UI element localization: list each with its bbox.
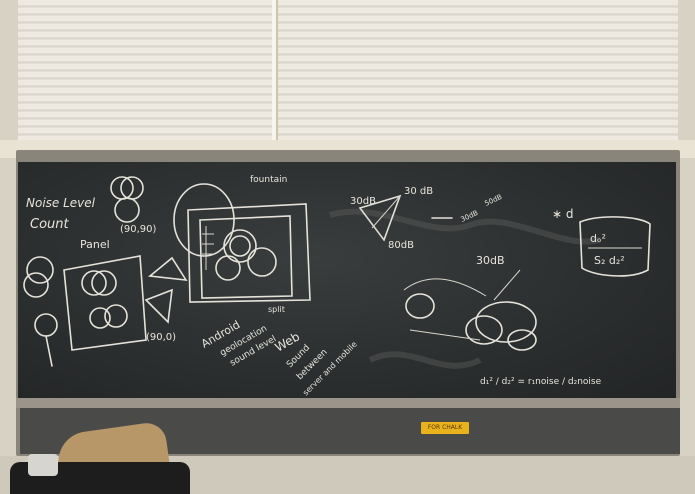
classroom-photo: FOR CHALK Noise Level Count (90,90) Pane… [0,0,695,494]
fountain-label: fountain [250,175,287,185]
ratio-formula: d₁² / d₂² = r₁noise / d₂noise [480,377,602,387]
cluster-ellipse [507,329,537,351]
formula-box [579,216,651,277]
db-80: 80dB [388,240,414,251]
sketch-circle [34,313,58,337]
db-50-small: 50dB [483,193,503,208]
noise-level-label: Noise Level [26,196,96,210]
map-circle [247,247,277,277]
sketch-circle [23,272,49,298]
split-label: split [268,305,285,314]
formula-den: S₂ d₂² [594,254,625,267]
panel-label: Panel [80,238,110,251]
count-label: Count [30,217,70,232]
panel-circle [81,270,107,296]
map-inner-box [199,215,293,299]
panel-box [63,255,147,351]
map-circle [229,235,251,257]
map-ladder [202,226,214,270]
venn-circle [110,176,134,200]
cluster-ellipse [465,315,503,345]
formula-start: ∗ d [552,207,574,221]
venn-circle [114,197,140,223]
triangle-sketch [144,288,173,324]
cluster-ellipse [475,301,537,343]
coord-top: (90,90) [120,224,157,235]
sketch-circle [26,256,54,284]
triangle-sketch [148,256,188,281]
map-circle [223,229,257,263]
chalk-drawings: Noise Level Count (90,90) Panel (90,0) f… [23,175,651,397]
sketch-stem [45,335,53,367]
coord-bottom: (90,0) [146,332,176,343]
cluster-ellipse [405,293,435,319]
db-30-right: 30 dB [404,186,433,197]
panel-circle [91,270,117,296]
db-30-left: 30dB [350,196,376,207]
panel-circle [104,304,128,328]
db-30-cluster: 30dB [476,254,505,267]
venn-circle [120,176,144,200]
formula-num: dₒ² [590,232,606,245]
erased-smudge [368,351,482,369]
map-circle [215,255,241,281]
